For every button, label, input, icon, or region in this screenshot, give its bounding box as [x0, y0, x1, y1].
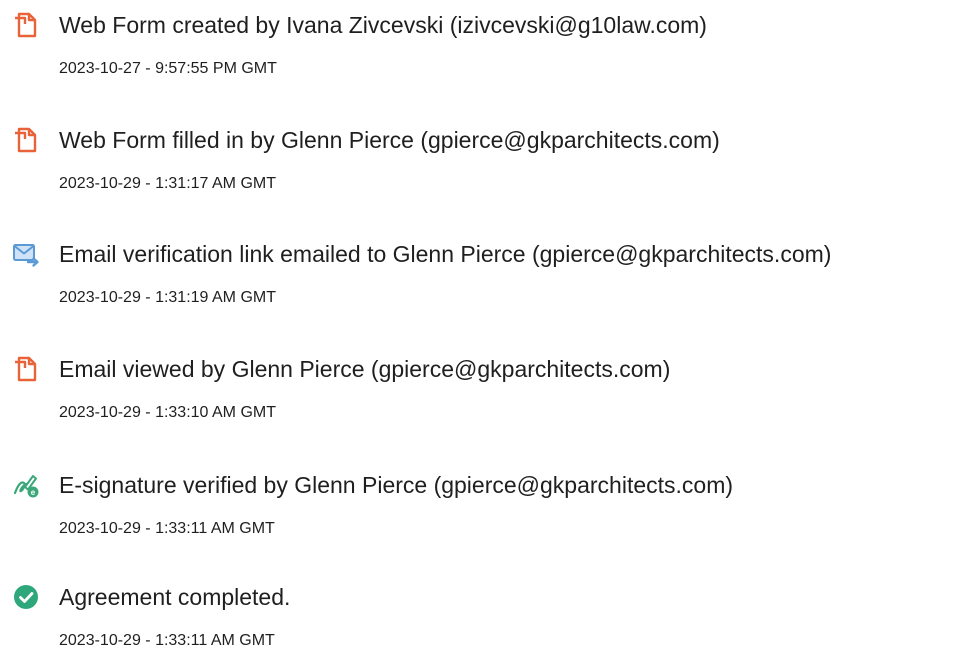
audit-event: Agreement completed. 2023-10-29 - 1:33:1…	[0, 572, 956, 662]
event-title: Web Form created by Ivana Zivcevski (izi…	[59, 12, 707, 38]
audit-event: Web Form created by Ivana Zivcevski (izi…	[0, 0, 956, 90]
event-title: Agreement completed.	[59, 584, 291, 610]
signature-verified-icon: e	[12, 471, 40, 499]
event-title: E-signature verified by Glenn Pierce (gp…	[59, 472, 734, 498]
audit-event: Email verification link emailed to Glenn…	[0, 229, 956, 319]
event-title: Email verification link emailed to Glenn…	[59, 241, 832, 267]
audit-event: Email viewed by Glenn Pierce (gpierce@gk…	[0, 344, 956, 434]
event-title: Email viewed by Glenn Pierce (gpierce@gk…	[59, 356, 671, 382]
document-icon	[12, 126, 40, 154]
audit-event: Web Form filled in by Glenn Pierce (gpie…	[0, 115, 956, 205]
event-timestamp: 2023-10-29 - 1:31:19 AM GMT	[59, 289, 276, 306]
document-icon	[12, 355, 40, 383]
event-title: Web Form filled in by Glenn Pierce (gpie…	[59, 127, 720, 153]
event-timestamp: 2023-10-29 - 1:33:10 AM GMT	[59, 404, 276, 421]
event-timestamp: 2023-10-29 - 1:33:11 AM GMT	[59, 632, 275, 649]
document-icon	[12, 11, 40, 39]
event-timestamp: 2023-10-27 - 9:57:55 PM GMT	[59, 60, 277, 77]
event-timestamp: 2023-10-29 - 1:33:11 AM GMT	[59, 520, 275, 537]
email-send-icon	[12, 240, 40, 268]
event-timestamp: 2023-10-29 - 1:31:17 AM GMT	[59, 175, 276, 192]
svg-text:e: e	[31, 488, 36, 497]
checkmark-icon	[12, 583, 40, 611]
audit-event: e E-signature verified by Glenn Pierce (…	[0, 460, 956, 550]
